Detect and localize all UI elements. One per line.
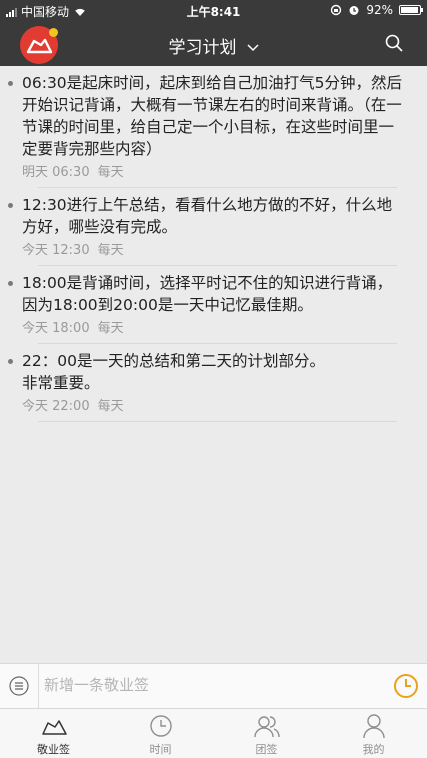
battery-percent: 92%	[366, 3, 393, 17]
plan-time: 明天 06:30	[22, 165, 90, 180]
plan-time: 今天 22:00	[22, 399, 90, 414]
bullet-dot	[8, 81, 13, 86]
tab-label: 时间	[149, 743, 172, 756]
reminder-clock-icon[interactable]	[393, 673, 419, 699]
plan-time: 今天 18:00	[22, 321, 90, 336]
tab-label: 团签	[255, 743, 278, 756]
plan-meta: 今天 22:00 每天	[22, 396, 413, 418]
plan-repeat: 每天	[97, 243, 124, 258]
plan-text: 22：00是一天的总结和第二天的计划部分。 非常重要。	[22, 352, 325, 392]
plan-text: 12:30进行上午总结，看看什么地方做的不好，什么地方好，哪些没有完成。	[22, 196, 393, 236]
list-icon	[9, 676, 29, 696]
list-format-button[interactable]	[0, 664, 39, 708]
tab-bar: 敬业签 时间 团签 我的	[0, 709, 427, 758]
plan-text: 18:00是背诵时间，选择平时记不住的知识进行背诵，因为18:00到20:00是…	[22, 274, 393, 314]
plan-text: 06:30是起床时间，起床到给自己加油打气5分钟，然后开始识记背诵，大概有一节课…	[22, 74, 403, 158]
list-item[interactable]: 18:00是背诵时间，选择平时记不住的知识进行背诵，因为18:00到20:00是…	[0, 266, 427, 344]
tab-group[interactable]: 团签	[213, 713, 320, 757]
plan-meta: 今天 18:00 每天	[22, 318, 413, 340]
plan-repeat: 每天	[97, 321, 124, 336]
divider	[38, 421, 397, 422]
rotation-lock-icon	[331, 4, 342, 16]
bullet-dot	[8, 203, 13, 208]
plan-meta: 明天 06:30 每天	[22, 162, 413, 184]
person-icon	[362, 714, 385, 739]
tab-label: 敬业签	[37, 743, 70, 756]
list-item[interactable]: 22：00是一天的总结和第二天的计划部分。 非常重要。 今天 22:00 每天	[0, 344, 427, 422]
status-bar: 中国移动 上午8:41 92%	[0, 0, 427, 22]
title-dropdown[interactable]: 学习计划	[0, 33, 427, 58]
composer-bar: 新增一条敬业签	[0, 663, 427, 709]
plan-time: 今天 12:30	[22, 243, 90, 258]
tab-time[interactable]: 时间	[107, 713, 214, 757]
new-note-input[interactable]: 新增一条敬业签	[44, 674, 149, 695]
tab-me[interactable]: 我的	[320, 713, 427, 757]
cloud-icon	[41, 720, 67, 735]
group-icon	[253, 716, 280, 738]
tab-jingyeqian[interactable]: 敬业签	[0, 713, 107, 757]
bullet-dot	[8, 281, 13, 286]
clock-icon	[149, 715, 172, 737]
plan-repeat: 每天	[97, 399, 124, 414]
search-icon[interactable]	[385, 34, 403, 52]
bullet-dot	[8, 359, 13, 364]
alarm-icon	[349, 6, 359, 15]
tab-label: 我的	[362, 743, 385, 756]
page-title: 学习计划	[168, 38, 237, 58]
plan-list: 06:30是起床时间，起床到给自己加油打气5分钟，然后开始识记背诵，大概有一节课…	[0, 66, 427, 422]
chevron-down-icon	[246, 44, 259, 52]
battery-icon	[399, 5, 423, 15]
list-item[interactable]: 12:30进行上午总结，看看什么地方做的不好，什么地方好，哪些没有完成。 今天 …	[0, 188, 427, 266]
list-item[interactable]: 06:30是起床时间，起床到给自己加油打气5分钟，然后开始识记背诵，大概有一节课…	[0, 66, 427, 188]
plan-meta: 今天 12:30 每天	[22, 240, 413, 262]
header: 学习计划	[0, 22, 427, 66]
plan-repeat: 每天	[97, 165, 124, 180]
